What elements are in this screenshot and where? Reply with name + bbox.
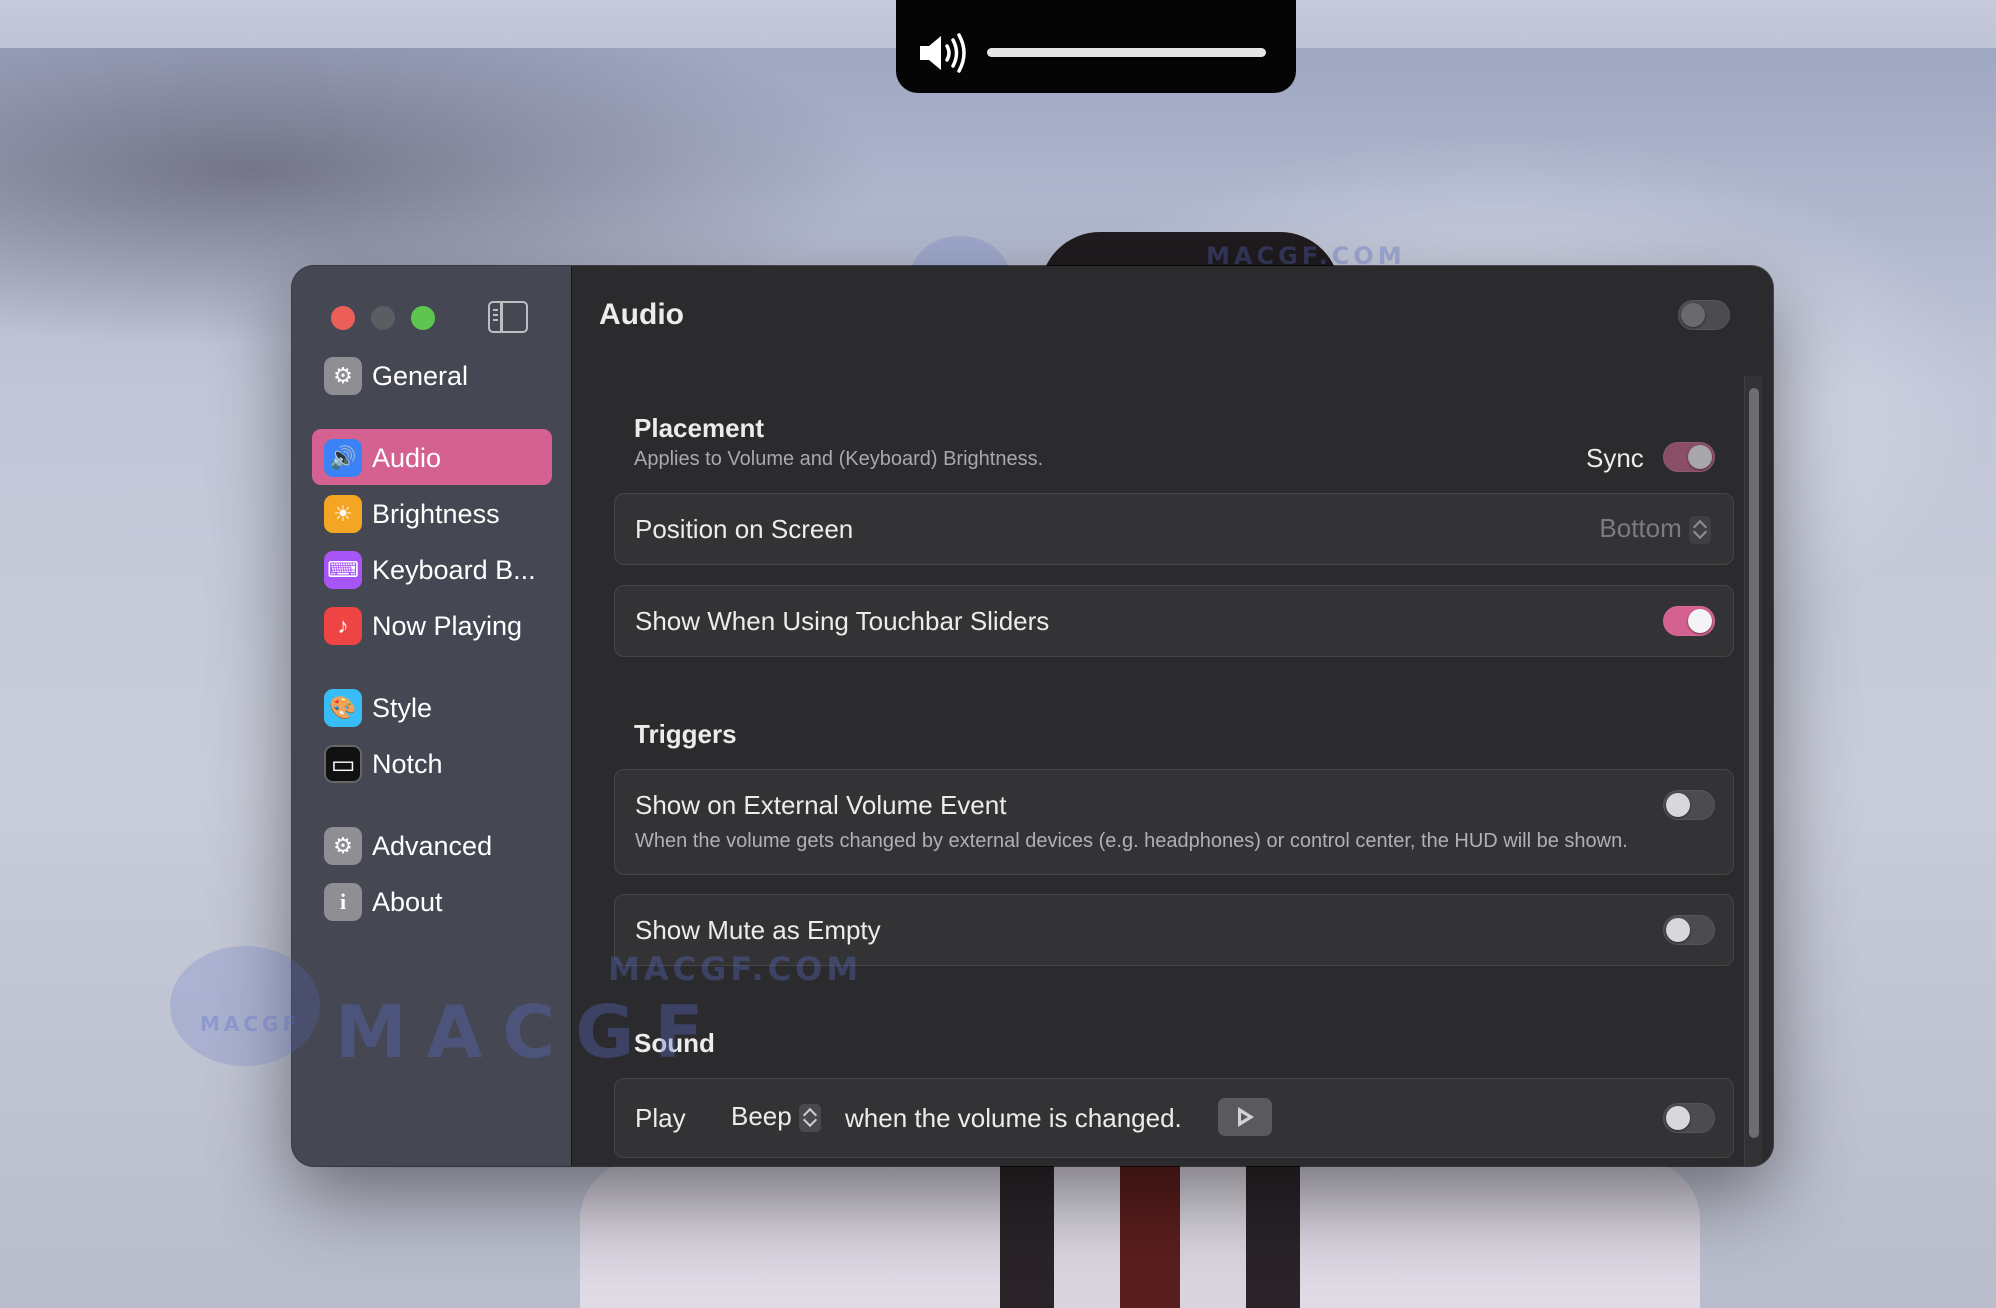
sidebar-item-about[interactable]: i About — [312, 873, 552, 929]
watermark-cat-label-large: MACGF — [200, 1012, 301, 1036]
placement-section-subtitle: Applies to Volume and (Keyboard) Brightn… — [634, 448, 1044, 470]
gears-icon: ⚙ — [324, 827, 362, 865]
sidebar-item-label: Advanced — [372, 831, 493, 861]
watermark-url-bottom: MACGF.COM — [608, 950, 863, 988]
sidebar-item-label: Brightness — [372, 499, 500, 529]
sidebar-item-now-playing[interactable]: ♪ Now Playing — [312, 597, 552, 653]
palette-icon: 🎨 — [324, 689, 362, 727]
keyboard-icon: ⌨ — [324, 551, 362, 589]
watermark-text-bottom: MACGF — [335, 990, 724, 1074]
sync-label: Sync — [1586, 443, 1644, 473]
sidebar-item-label: Now Playing — [372, 611, 523, 641]
touchbar-sliders-row: Show When Using Touchbar Sliders — [614, 585, 1734, 657]
speaker-icon: 🔊 — [324, 439, 362, 477]
sidebar-item-advanced[interactable]: ⚙ Advanced — [312, 817, 552, 873]
sidebar-item-label: Keyboard B... — [372, 555, 536, 585]
external-volume-description: When the volume gets changed by external… — [635, 830, 1628, 852]
sidebar-item-label: Audio — [372, 443, 442, 473]
volume-level-bar — [987, 48, 1266, 57]
watermark-cat-icon-large — [170, 946, 320, 1066]
touchbar-sliders-label: Show When Using Touchbar Sliders — [635, 606, 1050, 636]
sidebar-item-audio[interactable]: 🔊 Audio — [312, 429, 552, 485]
sound-suffix-label: when the volume is changed. — [845, 1103, 1182, 1133]
zoom-window-button[interactable] — [411, 306, 435, 330]
position-on-screen-row: Position on Screen Bottom — [614, 493, 1734, 565]
position-select-value: Bottom — [1599, 513, 1682, 543]
music-note-icon: ♪ — [324, 607, 362, 645]
sound-enable-toggle[interactable] — [1663, 1103, 1715, 1133]
position-on-screen-label: Position on Screen — [635, 514, 854, 544]
mute-empty-toggle[interactable] — [1663, 915, 1715, 945]
volume-hud — [896, 0, 1296, 93]
sidebar-item-label: About — [372, 887, 443, 917]
play-sound-button[interactable] — [1218, 1098, 1272, 1136]
sound-select[interactable]: Beep — [731, 1101, 821, 1133]
minimize-window-button[interactable] — [371, 306, 395, 330]
content-scrollbar[interactable] — [1744, 376, 1762, 1166]
external-volume-label: Show on External Volume Event — [635, 790, 1007, 820]
sidebar-item-general[interactable]: ⚙ General — [312, 347, 552, 403]
sidebar-item-style[interactable]: 🎨 Style — [312, 679, 552, 735]
placement-section-title: Placement — [634, 413, 765, 443]
close-window-button[interactable] — [331, 306, 355, 330]
gear-icon: ⚙ — [324, 357, 362, 395]
header-enable-toggle[interactable] — [1678, 300, 1730, 330]
position-select[interactable]: Bottom — [1599, 513, 1711, 545]
page-title: Audio — [599, 298, 684, 331]
external-volume-row: Show on External Volume Event When the v… — [614, 769, 1734, 875]
sync-toggle[interactable] — [1663, 442, 1715, 472]
chevron-up-down-icon — [1689, 516, 1711, 545]
wallpaper-figure-collar — [1000, 1160, 1300, 1308]
sidebar-item-label: Notch — [372, 749, 443, 779]
speaker-volume-icon — [920, 33, 966, 73]
main-content: Audio Placement Applies to Volume and (K… — [573, 266, 1773, 1166]
sound-play-label: Play — [635, 1103, 686, 1133]
scrollbar-thumb[interactable] — [1749, 388, 1759, 1138]
triggers-section-title: Triggers — [634, 719, 737, 749]
sidebar-item-notch[interactable]: ▭ Notch — [312, 735, 552, 791]
info-icon: i — [324, 883, 362, 921]
mute-empty-label: Show Mute as Empty — [635, 915, 881, 945]
touchbar-sliders-toggle[interactable] — [1663, 606, 1715, 636]
external-volume-toggle[interactable] — [1663, 790, 1715, 820]
sound-select-value: Beep — [731, 1101, 792, 1131]
sidebar-item-keyboard-b[interactable]: ⌨ Keyboard B... — [312, 541, 552, 597]
chevron-up-down-icon — [798, 1104, 821, 1133]
sidebar-toggle-icon[interactable] — [488, 301, 528, 333]
sound-row: Play Beep when the volume is changed. — [614, 1078, 1734, 1158]
display-icon: ▭ — [324, 745, 362, 783]
sidebar-item-label: Style — [372, 693, 433, 723]
sun-icon: ☀ — [324, 495, 362, 533]
sidebar-item-label: General — [372, 361, 469, 391]
sidebar-item-brightness[interactable]: ☀ Brightness — [312, 485, 552, 541]
